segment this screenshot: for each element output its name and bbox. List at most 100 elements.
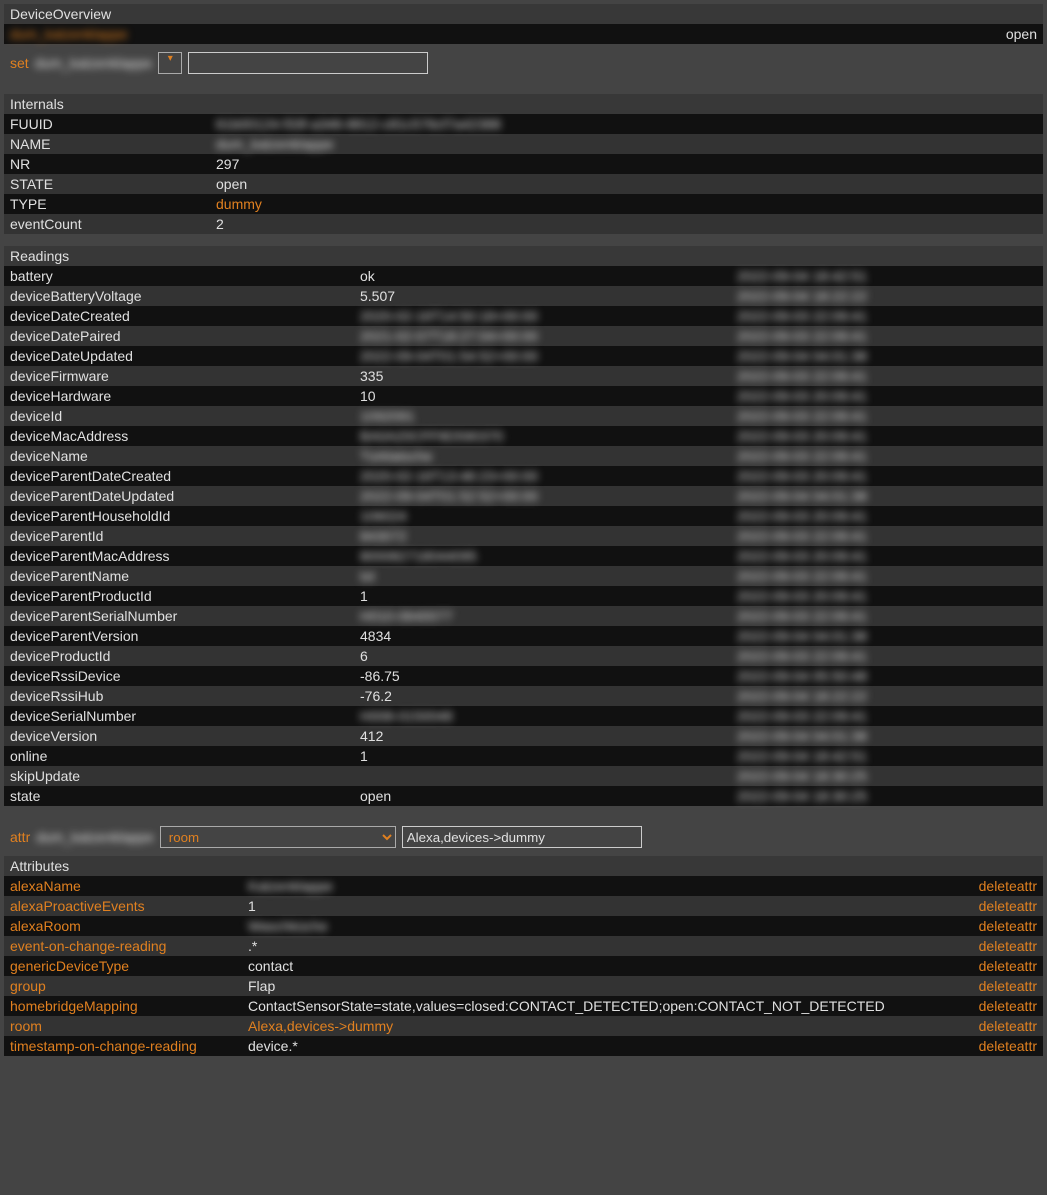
attr-select[interactable]: room	[160, 826, 396, 848]
readings-key: deviceDateCreated	[10, 308, 360, 324]
deleteattr-link[interactable]: deleteattr	[957, 898, 1037, 914]
readings-value: txt	[360, 568, 737, 584]
attributes-value: 1	[248, 898, 957, 914]
readings-value: H008-0150048	[360, 708, 737, 724]
readings-timestamp: 2022-09-04 18:22:22	[737, 688, 1037, 704]
readings-value: 1	[360, 748, 737, 764]
internals-key: STATE	[10, 176, 216, 192]
readings-row: skipUpdate2022-09-04 18:30:25	[4, 766, 1043, 786]
readings-row: deviceVersion4122022-09-04 04:01:38	[4, 726, 1043, 746]
set-dropdown[interactable]: ▾	[158, 52, 182, 74]
readings-value: H010-0640077	[360, 608, 737, 624]
readings-timestamp: 2022-09-04 18:30:25	[737, 768, 1037, 784]
readings-value: 2022-09-04T01:52:52+00:00	[360, 488, 737, 504]
deleteattr-link[interactable]: deleteattr	[957, 938, 1037, 954]
readings-timestamp: 2022-09-03 22:09:41	[737, 568, 1037, 584]
readings-timestamp: 2022-09-03 22:09:41	[737, 408, 1037, 424]
attributes-row: genericDeviceTypecontactdeleteattr	[4, 956, 1043, 976]
internals-row: FUUID61b00124-f33f-a346-8812-c81c576cf7a…	[4, 114, 1043, 134]
attributes-value: Flap	[248, 978, 957, 994]
internals-key: NR	[10, 156, 216, 172]
readings-timestamp: 2022-09-04 04:01:38	[737, 628, 1037, 644]
internals-value: dum_katzenklappe	[216, 136, 334, 152]
readings-timestamp: 2022-09-04 18:42:51	[737, 268, 1037, 284]
readings-timestamp: 2022-09-03 22:09:41	[737, 528, 1037, 544]
deleteattr-link[interactable]: deleteattr	[957, 998, 1037, 1014]
deleteattr-link[interactable]: deleteattr	[957, 1038, 1037, 1054]
readings-key: online	[10, 748, 360, 764]
deleteattr-link[interactable]: deleteattr	[957, 958, 1037, 974]
internals-row: eventCount2	[4, 214, 1043, 234]
device-name-link[interactable]: dum_katzenklappe	[10, 26, 128, 42]
attributes-key[interactable]: alexaName	[10, 878, 248, 894]
deleteattr-link[interactable]: deleteattr	[957, 878, 1037, 894]
readings-row: deviceMacAddressBA0A20CFF8D5903702022-09…	[4, 426, 1043, 446]
readings-value: -86.75	[360, 668, 737, 684]
set-value-input[interactable]	[188, 52, 428, 74]
attr-device-name: dum_katzenklappe	[36, 829, 154, 845]
attributes-key[interactable]: timestamp-on-change-reading	[10, 1038, 248, 1054]
readings-value: 4834	[360, 628, 737, 644]
readings-value: 1	[360, 588, 737, 604]
readings-key: deviceParentDateCreated	[10, 468, 360, 484]
attr-label[interactable]: attr	[10, 829, 30, 845]
attributes-key[interactable]: event-on-change-reading	[10, 938, 248, 954]
readings-row: deviceParentProductId12022-09-03 20:09:4…	[4, 586, 1043, 606]
internals-row: TYPEdummy	[4, 194, 1043, 214]
readings-row: deviceBatteryVoltage5.5072022-09-04 18:2…	[4, 286, 1043, 306]
readings-value: 2020-02-16T13:48:23+00:00	[360, 468, 737, 484]
internals-value: 2	[216, 216, 224, 232]
readings-section: Readings batteryok2022-09-04 18:42:51dev…	[4, 246, 1043, 806]
readings-value: 412	[360, 728, 737, 744]
readings-row: deviceRssiDevice-86.752022-09-04 05:50:4…	[4, 666, 1043, 686]
attributes-section: Attributes alexaNameKatzenklappedeleteat…	[4, 856, 1043, 1056]
readings-value: 2022-09-04T01:54:52+00:00	[360, 348, 737, 364]
readings-row: deviceParentNametxt2022-09-03 22:09:41	[4, 566, 1043, 586]
readings-row: online12022-09-04 18:42:51	[4, 746, 1043, 766]
attributes-key[interactable]: homebridgeMapping	[10, 998, 248, 1014]
deleteattr-link[interactable]: deleteattr	[957, 978, 1037, 994]
readings-key: deviceParentName	[10, 568, 360, 584]
readings-key: deviceHardware	[10, 388, 360, 404]
internals-title: Internals	[4, 94, 1043, 114]
readings-row: deviceDateUpdated2022-09-04T01:54:52+00:…	[4, 346, 1043, 366]
readings-row: deviceSerialNumberH008-01500482022-09-03…	[4, 706, 1043, 726]
readings-value: BA0A20CFF8D590370	[360, 428, 737, 444]
readings-key: deviceParentHouseholdId	[10, 508, 360, 524]
readings-value: 6	[360, 648, 737, 664]
internals-key: NAME	[10, 136, 216, 152]
deleteattr-link[interactable]: deleteattr	[957, 918, 1037, 934]
attributes-key[interactable]: room	[10, 1018, 248, 1034]
readings-row: deviceParentId8430722022-09-03 22:09:41	[4, 526, 1043, 546]
internals-value[interactable]: dummy	[216, 196, 262, 212]
readings-timestamp: 2022-09-03 22:09:41	[737, 448, 1037, 464]
deleteattr-link[interactable]: deleteattr	[957, 1018, 1037, 1034]
device-overview-title: DeviceOverview	[4, 4, 1043, 24]
readings-key: deviceParentId	[10, 528, 360, 544]
attr-value-input[interactable]	[402, 826, 642, 848]
readings-row: deviceFirmware3352022-09-03 22:09:41	[4, 366, 1043, 386]
readings-timestamp: 2022-09-03 22:09:41	[737, 308, 1037, 324]
attributes-key[interactable]: genericDeviceType	[10, 958, 248, 974]
readings-value: ok	[360, 268, 737, 284]
attributes-row: event-on-change-reading.*deleteattr	[4, 936, 1043, 956]
readings-key: deviceParentProductId	[10, 588, 360, 604]
set-label[interactable]: set	[10, 55, 29, 71]
readings-timestamp: 2022-09-04 04:01:38	[737, 728, 1037, 744]
internals-value: open	[216, 176, 247, 192]
readings-value: 5.507	[360, 288, 737, 304]
readings-timestamp: 2022-09-03 20:09:41	[737, 388, 1037, 404]
readings-row: deviceHardware102022-09-03 20:09:41	[4, 386, 1043, 406]
device-state-text: open	[1006, 26, 1037, 42]
attributes-key[interactable]: alexaRoom	[10, 918, 248, 934]
readings-timestamp: 2022-09-04 04:01:38	[737, 488, 1037, 504]
readings-value: 335	[360, 368, 737, 384]
readings-value: 10	[360, 388, 737, 404]
readings-timestamp: 2022-09-03 22:09:41	[737, 608, 1037, 624]
readings-row: deviceParentMacAddress800082718044095202…	[4, 546, 1043, 566]
readings-timestamp: 2022-09-04 05:50:48	[737, 668, 1037, 684]
attributes-key[interactable]: group	[10, 978, 248, 994]
attributes-key[interactable]: alexaProactiveEvents	[10, 898, 248, 914]
internals-row: STATEopen	[4, 174, 1043, 194]
readings-timestamp: 2022-09-03 22:09:41	[737, 328, 1037, 344]
